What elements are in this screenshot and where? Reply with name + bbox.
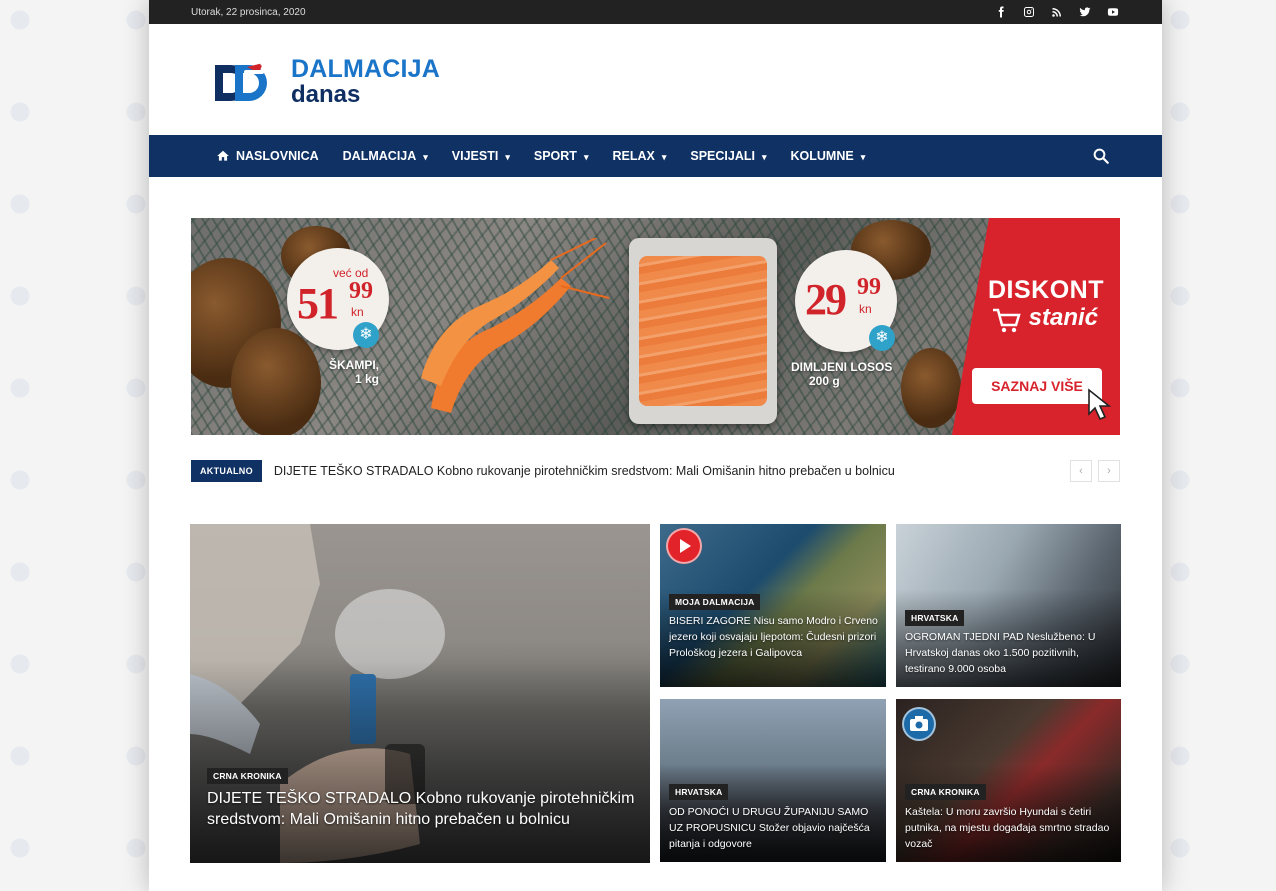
ticker-next-button[interactable]: ›	[1098, 460, 1120, 482]
site-logo[interactable]: DALMACIJA danas	[211, 57, 440, 107]
cart-icon	[993, 308, 1021, 333]
nav-label: DALMACIJA	[342, 149, 417, 163]
nav-label: NASLOVNICA	[236, 149, 319, 163]
logo-title: DALMACIJA	[291, 55, 441, 83]
nav-label: RELAX	[612, 149, 655, 163]
product-weight: 1 kg	[354, 372, 379, 387]
article-title[interactable]: BISERI ZAGORE Nisu samo Modro i Crveno j…	[669, 614, 879, 661]
shrimp-image	[421, 238, 610, 413]
product-weight: 200 g	[809, 374, 840, 389]
featured-article-card[interactable]: CRNA KRONIKA DIJETE TEŠKO STRADALO Kobno…	[190, 524, 650, 863]
youtube-icon[interactable]	[1106, 5, 1120, 19]
price-cents: 99	[349, 278, 373, 304]
rss-icon[interactable]	[1050, 5, 1064, 19]
nav-label: KOLUMNE	[790, 149, 854, 163]
video-play-icon	[666, 528, 702, 564]
learn-more-button[interactable]: SAZNAJ VIŠE	[972, 368, 1102, 404]
article-card[interactable]: HRVATSKA OGROMAN TJEDNI PAD Neslužbeno: …	[896, 524, 1121, 687]
ticker-headline[interactable]: DIJETE TEŠKO STRADALO Kobno rukovanje pi…	[274, 464, 895, 478]
category-tag[interactable]: MOJA DALMACIJA	[669, 594, 761, 610]
home-icon	[217, 150, 229, 161]
nav-relax[interactable]: RELAX ▾	[600, 135, 678, 177]
chevron-down-icon: ▾	[423, 151, 428, 162]
news-ticker: AKTUALNO DIJETE TEŠKO STRADALO Kobno ruk…	[191, 460, 1120, 482]
chevron-down-icon: ▾	[583, 151, 589, 162]
nav-dalmacija[interactable]: DALMACIJA ▾	[331, 135, 440, 177]
product-label-shrimp: ŠKAMPI, 1 kg	[299, 358, 379, 387]
article-card[interactable]: HRVATSKA OD PONOĆI U DRUGU ŽUPANIJU SAMO…	[660, 699, 886, 862]
article-card[interactable]: CRNA KRONIKA Kaštela: U moru završio Hyu…	[896, 699, 1121, 862]
camera-icon	[902, 707, 936, 741]
article-card[interactable]: MOJA DALMACIJA BISERI ZAGORE Nisu samo M…	[660, 524, 886, 687]
search-icon[interactable]	[1092, 147, 1110, 165]
product-name: DIMLJENI LOSOS	[791, 360, 893, 374]
ticker-badge: AKTUALNO	[191, 460, 262, 482]
chevron-down-icon: ▾	[860, 151, 866, 162]
product-label-salmon: DIMLJENI LOSOS 200 g	[791, 360, 913, 389]
ticker-prev-button[interactable]: ‹	[1070, 460, 1092, 482]
brand-name: DISKONT	[988, 276, 1104, 304]
page-container: Utorak, 22 prosinca, 2020 DALMACIJA dana…	[149, 0, 1162, 891]
chevron-down-icon: ▾	[505, 151, 510, 162]
social-links	[994, 5, 1120, 19]
category-tag[interactable]: HRVATSKA	[905, 610, 965, 626]
salmon-package-image	[629, 238, 777, 424]
facebook-icon[interactable]	[994, 5, 1008, 19]
article-title[interactable]: OGROMAN TJEDNI PAD Neslužbeno: U Hrvatsk…	[905, 630, 1115, 677]
snowflake-icon: ❄	[353, 322, 379, 348]
top-bar: Utorak, 22 prosinca, 2020	[149, 0, 1162, 24]
logo-mark-icon	[211, 57, 271, 107]
brand-name-script: stanić	[1028, 304, 1098, 331]
article-title[interactable]: DIJETE TEŠKO STRADALO Kobno rukovanje pi…	[207, 788, 637, 831]
price-cents: 99	[857, 274, 881, 300]
nav-label: VIJESTI	[451, 149, 499, 163]
nav-specijali[interactable]: SPECIJALI ▾	[678, 135, 778, 177]
price-main: 29	[805, 275, 847, 324]
chevron-down-icon: ▾	[761, 151, 767, 162]
nav-label: SPECIJALI	[690, 149, 755, 163]
site-header: DALMACIJA danas	[149, 24, 1162, 135]
price-unit: kn	[351, 305, 364, 319]
logo-subtitle: danas	[291, 81, 361, 108]
article-title[interactable]: OD PONOĆI U DRUGU ŽUPANIJU SAMO UZ PROPU…	[669, 805, 884, 852]
ad-banner[interactable]: već od 51 99 kn ❄ ŠKAMPI, 1 kg 29 99 kn	[191, 218, 1120, 435]
category-tag[interactable]: CRNA KRONIKA	[905, 784, 986, 800]
ticker-nav: ‹ ›	[1070, 460, 1120, 482]
chevron-down-icon: ▾	[661, 151, 667, 162]
main-nav: NASLOVNICA DALMACIJA ▾ VIJESTI ▾ SPORT ▾…	[149, 135, 1162, 177]
nav-naslovnica[interactable]: NASLOVNICA	[204, 135, 331, 177]
cursor-icon	[1088, 388, 1112, 421]
price-unit: kn	[859, 302, 872, 316]
category-tag[interactable]: HRVATSKA	[669, 784, 729, 800]
nav-vijesti[interactable]: VIJESTI ▾	[440, 135, 522, 177]
instagram-icon[interactable]	[1022, 5, 1036, 19]
category-tag[interactable]: CRNA KRONIKA	[207, 768, 288, 784]
twitter-icon[interactable]	[1078, 5, 1092, 19]
article-title[interactable]: Kaštela: U moru završio Hyundai s četiri…	[905, 805, 1115, 852]
current-date: Utorak, 22 prosinca, 2020	[191, 6, 306, 18]
product-name: ŠKAMPI,	[328, 358, 379, 372]
nav-kolumne[interactable]: KOLUMNE ▾	[779, 135, 878, 177]
price-main: 51	[297, 279, 339, 328]
nav-sport[interactable]: SPORT ▾	[522, 135, 601, 177]
snowflake-icon: ❄	[869, 325, 895, 351]
nav-label: SPORT	[533, 149, 577, 163]
